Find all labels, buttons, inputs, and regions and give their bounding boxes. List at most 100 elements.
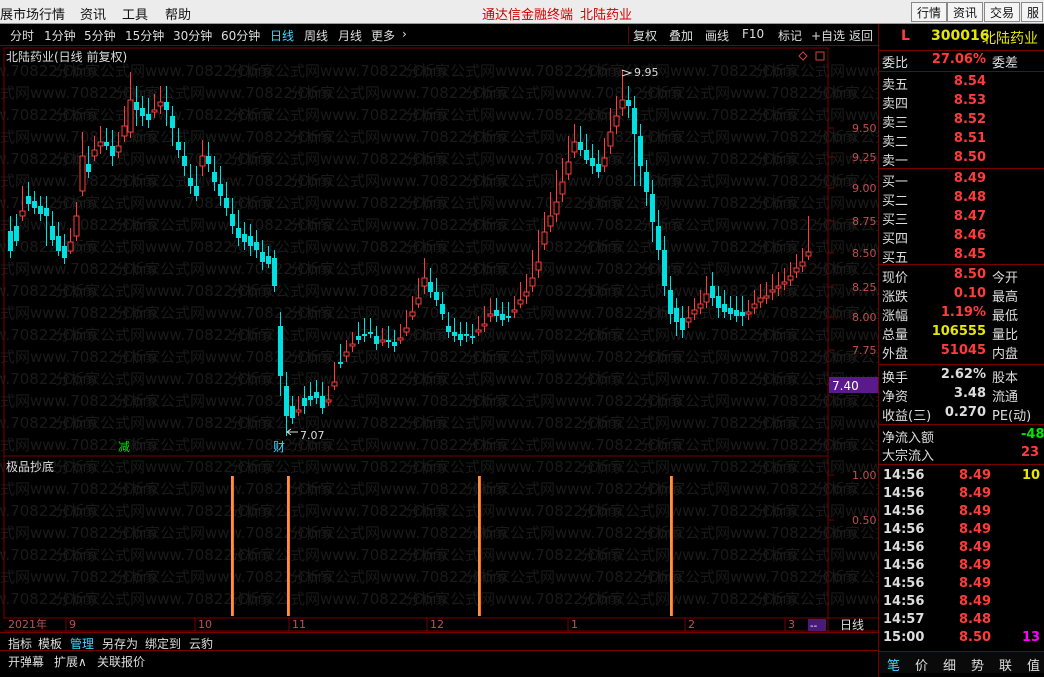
candle-body xyxy=(374,336,379,344)
candle-body xyxy=(146,114,151,120)
candle-body xyxy=(559,181,566,195)
watermark-text: 分析家公式网www.70822.Com xyxy=(755,62,878,80)
fundamental-row-label: 换手 xyxy=(882,371,909,386)
candle-body xyxy=(218,184,223,196)
tick-row: 14:56 8.49 xyxy=(879,540,1044,558)
quote-tab-3[interactable]: 势 xyxy=(971,655,984,674)
date-axis-label: 1 xyxy=(571,618,578,631)
candle-body xyxy=(170,116,175,128)
period-toolbar: 分时 1分钟 5分钟 15分钟 30分钟 60分钟 日线 周线 月线 更多 › … xyxy=(0,24,878,46)
signal-bar xyxy=(670,476,673,616)
divider xyxy=(879,168,1044,169)
tick-time: 14:56 xyxy=(883,486,925,501)
candle-body xyxy=(644,172,649,192)
period-15min[interactable]: 15分钟 xyxy=(125,27,164,44)
back-button[interactable]: 返回 xyxy=(849,27,873,44)
candle-body xyxy=(356,336,361,340)
watermark-text: 分析家公式网www.70822.Com xyxy=(815,568,878,586)
divider xyxy=(879,464,1044,465)
quote-stock-name: 北陆药业 xyxy=(982,31,1038,47)
tick-time: 14:56 xyxy=(883,468,925,483)
candle-body xyxy=(757,297,764,303)
candle-body xyxy=(452,332,457,336)
candle-body xyxy=(464,334,469,336)
draw-line-button[interactable]: 画线 xyxy=(705,27,729,44)
menu-tools[interactable]: 工具 xyxy=(122,4,148,23)
candle-body xyxy=(668,290,673,314)
high-price-label: 9.95 xyxy=(634,66,659,79)
period-5min[interactable]: 5分钟 xyxy=(84,27,116,44)
quote-tab-1[interactable]: 价 xyxy=(915,655,928,674)
period-30min[interactable]: 30分钟 xyxy=(173,27,212,44)
candle-body xyxy=(584,150,589,160)
candle-body xyxy=(97,141,104,147)
candle-body xyxy=(308,396,313,400)
flow-value: -48 xyxy=(1021,427,1044,442)
candle-body xyxy=(487,313,494,317)
quote-tab-2[interactable]: 细 xyxy=(943,655,956,674)
kline-chart[interactable]: 分析家公式网www.70822.Com 分析家公式网www.70822.Com 分析… xyxy=(0,46,878,632)
market-button[interactable]: 行情 xyxy=(911,2,948,22)
tick-price: 8.49 xyxy=(959,576,992,591)
stat-row: 涨跌 0.10 最高 xyxy=(879,286,1044,305)
candle-body xyxy=(79,155,86,192)
ask-row: 卖一 8.50 xyxy=(879,150,1044,169)
news-button[interactable]: 资讯 xyxy=(947,2,984,22)
candle-body xyxy=(91,149,98,157)
period-60min[interactable]: 60分钟 xyxy=(221,27,260,44)
service-button[interactable]: 服 xyxy=(1021,2,1043,22)
expand-button[interactable]: 扩展∧ xyxy=(54,653,87,670)
candle-body xyxy=(386,340,391,342)
divider xyxy=(879,50,1044,51)
candle-body xyxy=(601,157,608,167)
menu-news[interactable]: 资讯 xyxy=(80,4,106,23)
divider xyxy=(879,71,1044,72)
candle-body xyxy=(571,141,578,153)
candle-body xyxy=(290,406,295,418)
bid-row-label: 买四 xyxy=(882,232,909,247)
overlay-button[interactable]: 叠加 xyxy=(669,27,693,44)
kline-chart-area[interactable]: 分析家公式网www.70822.Com 分析家公式网www.70822.Com 分析… xyxy=(0,46,878,632)
period-1min[interactable]: 1分钟 xyxy=(44,27,76,44)
trade-button[interactable]: 交易 xyxy=(984,2,1021,22)
restore-rights-button[interactable]: 复权 xyxy=(633,27,657,44)
candle-body xyxy=(127,99,134,133)
marker-reduce: 减 xyxy=(118,440,130,454)
mark-button[interactable]: 标记 xyxy=(778,27,802,44)
period-month[interactable]: 月线 xyxy=(338,27,362,44)
indicator-axis-label: 0.50 xyxy=(852,514,877,527)
tick-time: 14:57 xyxy=(883,612,925,627)
candle-body xyxy=(320,396,325,408)
tick-price: 8.49 xyxy=(959,486,992,501)
date-axis-label: 11 xyxy=(292,618,306,631)
price-axis-label: 8.25 xyxy=(852,281,877,294)
candle-body xyxy=(115,145,122,153)
candle-body xyxy=(787,275,794,281)
candle-body xyxy=(266,256,271,264)
toggle-danmaku-button[interactable]: 开弹幕 xyxy=(8,653,44,670)
indicator-tab-row: 指标 模板 管理 另存为 绑定到 云豹 xyxy=(0,632,878,651)
menu-market[interactable]: 展市场行情 xyxy=(0,4,65,23)
f10-button[interactable]: F10 xyxy=(742,27,764,41)
more-chevron-icon[interactable]: › xyxy=(402,27,407,41)
candle-body xyxy=(157,101,164,107)
bid-row: 买一 8.49 xyxy=(879,171,1044,190)
bid-row-value: 8.45 xyxy=(953,247,986,262)
quote-tab-4[interactable]: 联 xyxy=(999,655,1012,674)
menu-help[interactable]: 帮助 xyxy=(165,4,191,23)
date-axis-label: 2 xyxy=(688,618,695,631)
candle-body xyxy=(626,100,631,106)
candle-body xyxy=(272,258,277,286)
candle-body xyxy=(446,326,451,332)
period-day[interactable]: 日线 xyxy=(270,27,294,44)
price-axis-label: 9.00 xyxy=(852,182,877,195)
period-tick[interactable]: 分时 xyxy=(10,27,34,44)
candle-body xyxy=(716,296,721,308)
quote-tab-5[interactable]: 值 xyxy=(1027,655,1040,674)
period-week[interactable]: 周线 xyxy=(304,27,328,44)
quote-tab-0[interactable]: 笔 xyxy=(887,655,900,674)
candle-body xyxy=(392,342,397,346)
add-watchlist-button[interactable]: +自选 xyxy=(811,27,845,44)
related-quote-button[interactable]: 关联报价 xyxy=(97,653,145,670)
period-more[interactable]: 更多 xyxy=(371,27,395,44)
